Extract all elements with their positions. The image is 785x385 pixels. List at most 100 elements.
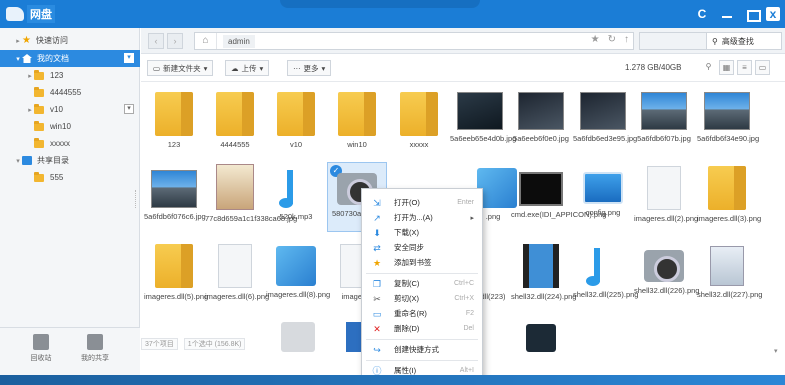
star-bookmark-icon[interactable]: ★ [591, 34, 600, 45]
list-view-button[interactable]: ≡ [737, 60, 752, 75]
refresh-icon[interactable]: ↻ [608, 34, 616, 45]
menu-item-delete[interactable]: ✕ 删除(D) Del [362, 322, 482, 335]
file-item[interactable]: 4444555 [205, 88, 265, 150]
drive-icon [281, 322, 315, 352]
file-item[interactable]: imageres.dll(5).png [144, 240, 208, 302]
file-name: v10 [289, 140, 303, 149]
sidebar-item-label: 我的文档 [37, 54, 69, 63]
scroll-down-icon[interactable]: ▾ [774, 347, 778, 355]
file-item[interactable]: 5a6fdb6f34e90.jpg [697, 84, 759, 144]
sidebar-item-my-documents[interactable]: ▾ 我的文档 ▾ [0, 50, 140, 67]
expand-caret-icon[interactable]: ▸ [26, 72, 34, 80]
file-item[interactable]: 77c8d659a1c1f338ca68.jpg [205, 162, 297, 224]
more-button[interactable]: ⋯ 更多 ▾ [287, 60, 332, 76]
file-item[interactable]: 520k.mp3 [266, 162, 326, 222]
home-icon[interactable]: ⌂ [195, 33, 217, 49]
menu-item-cut[interactable]: ✂ 剪切(X) Ctrl+X [362, 292, 482, 305]
menu-item-bookmark[interactable]: ★ 添加到书签 [362, 256, 482, 269]
file-item[interactable]: 123 [144, 88, 204, 150]
sidebar-item-label: 4444555 [50, 88, 82, 97]
new-folder-button[interactable]: ▭ 新建文件夹 ▾ [147, 60, 214, 76]
detail-view-button[interactable]: ▭ [755, 60, 770, 75]
sidebar-item-shared-directory[interactable]: ▾ 共享目录 [0, 152, 140, 169]
maximize-button[interactable] [743, 6, 761, 22]
collapse-caret-icon[interactable]: ▾ [14, 157, 22, 165]
bookmark-icon: ★ [372, 257, 382, 268]
image-thumbnail [457, 92, 503, 130]
menu-item-open-as[interactable]: ↗ 打开为...(A) ▸ [362, 211, 482, 224]
sidebar-menu-button[interactable]: ▾ [124, 104, 134, 114]
forward-button[interactable]: › [167, 33, 183, 49]
menu-label: 安全同步 [394, 243, 424, 252]
sidebar-item-quick-access[interactable]: ▸ ★ 快速访问 [0, 32, 140, 49]
file-item[interactable]: shell32.dll(226).png [634, 240, 699, 296]
file-item[interactable]: 5a6fdb6f07b.jpg [634, 84, 694, 144]
file-item[interactable]: shell32.dll(224).png [511, 240, 576, 302]
refresh-icon[interactable]: C [693, 6, 711, 22]
sidebar-item-xxxxx[interactable]: xxxxx [0, 135, 140, 152]
item-count: 37个项目 [141, 338, 178, 350]
menu-item-download[interactable]: ⬇ 下载(X) [362, 226, 482, 239]
my-share-button[interactable]: 我的共享 [70, 334, 120, 363]
sidebar-item-v10[interactable]: ▸ v10 ▾ [0, 101, 140, 118]
sidebar-item-123[interactable]: ▸ 123 [0, 67, 140, 84]
recycle-bin-button[interactable]: 回收站 [16, 334, 66, 363]
large-icons-view-button[interactable]: ▦ [719, 60, 734, 75]
file-item[interactable]: 5a6eeb65e4d0b.jpg [450, 84, 516, 144]
sidebar-item-label: 共享目录 [37, 156, 69, 165]
file-item[interactable]: config.png [573, 162, 633, 218]
file-item[interactable]: win10 [327, 88, 387, 150]
file-item[interactable]: imageres.dll(3).png [697, 162, 761, 224]
file-item[interactable]: imageres.dll(2).png [634, 162, 698, 224]
chevron-down-icon: ▾ [321, 63, 326, 73]
open-as-icon: ↗ [373, 212, 381, 223]
expand-caret-icon[interactable]: ▸ [26, 106, 34, 114]
menu-label: 复制(C) [394, 279, 420, 288]
sidebar-item-label: xxxxx [50, 139, 70, 148]
menu-item-copy[interactable]: ❐ 复制(C) Ctrl+C [362, 277, 482, 290]
up-arrow-icon[interactable]: ↑ [624, 34, 629, 45]
folder-icon [34, 120, 44, 131]
breadcrumb[interactable]: admin [223, 34, 255, 48]
sidebar-item-4444555[interactable]: 4444555 [0, 84, 140, 101]
file-item[interactable]: imageres.dll(8).png [266, 240, 330, 300]
sidebar-item-555[interactable]: 555 [0, 169, 140, 186]
file-item[interactable]: cmd.exe(IDI_APPICON).png [511, 162, 606, 220]
zoom-icon[interactable]: ⚲ [701, 60, 716, 75]
file-item[interactable]: v10 [266, 88, 326, 150]
back-button[interactable]: ‹ [148, 33, 164, 49]
file-item[interactable]: 5a6fdb6f076c6.jpg [144, 162, 206, 222]
file-item[interactable]: 5a6eeb6f0e0.jpg [511, 84, 571, 144]
installer-icon [710, 246, 744, 286]
sidebar-menu-button[interactable]: ▾ [124, 53, 134, 63]
minimize-button[interactable] [718, 6, 736, 22]
sidebar-resize-handle[interactable] [135, 190, 138, 208]
menu-item-sync[interactable]: ⇄ 安全同步 [362, 241, 482, 254]
download-icon: ⬇ [373, 227, 381, 238]
terminal-icon [519, 172, 563, 206]
menu-item-rename[interactable]: ▭ 重命名(R) F2 [362, 307, 482, 320]
advanced-search-button[interactable]: ⚲ 高级查找 [706, 32, 782, 50]
file-item[interactable]: imageres.dll(6).png [205, 240, 269, 302]
note-shape [586, 248, 614, 286]
file-item[interactable]: xxxxx [389, 88, 449, 150]
file-name: xxxxx [409, 140, 429, 149]
collapse-caret-icon[interactable]: ▾ [14, 55, 22, 63]
menu-item-open[interactable]: ⇲ 打开(O) Enter [362, 196, 482, 209]
file-item[interactable]: shell32.dll(225).png [573, 240, 638, 300]
expand-caret-icon[interactable]: ▸ [14, 37, 22, 45]
file-item[interactable]: 5a6fdb6ed3e95.jpg [573, 84, 637, 144]
folder-icon [34, 137, 44, 148]
file-item[interactable]: shell32.dll(227).png [697, 240, 762, 300]
file-name: config.png [585, 208, 621, 217]
address-bar[interactable]: ⌂ admin ★ ↻ ↑ [194, 32, 634, 50]
camera-icon [644, 250, 684, 282]
title-decoration [280, 0, 480, 8]
file-name: 5a6fdb6f07b.jpg [637, 134, 691, 143]
menu-shortcut: Alt+I [459, 367, 474, 374]
menu-separator [366, 360, 478, 361]
menu-item-create-shortcut[interactable]: ↪ 创建快捷方式 [362, 343, 482, 356]
upload-button[interactable]: ☁ 上传 ▾ [225, 60, 270, 76]
close-button[interactable]: x [766, 7, 780, 21]
sidebar-item-win10[interactable]: win10 [0, 118, 140, 135]
